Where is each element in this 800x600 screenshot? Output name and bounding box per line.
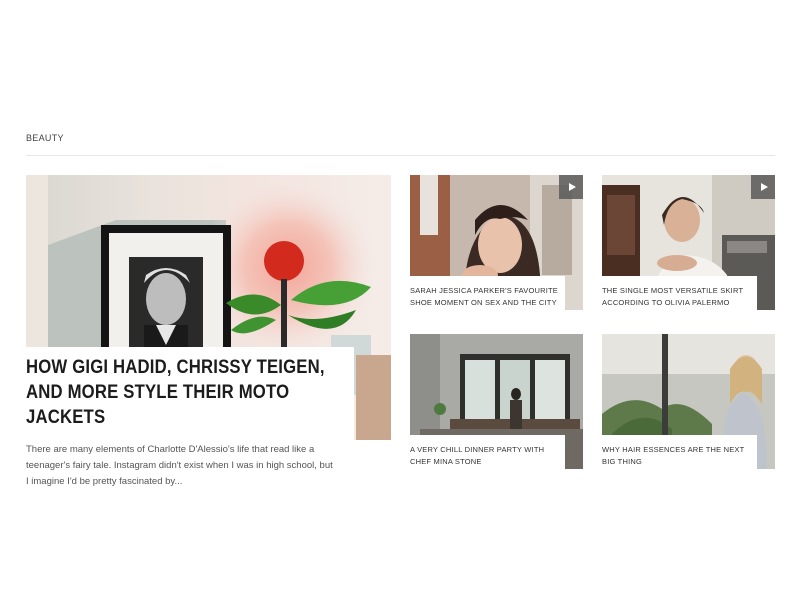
article-card[interactable]: A VERY CHILL DINNER PARTY WITH CHEF MINA… <box>410 334 583 474</box>
video-badge <box>751 175 775 199</box>
featured-article[interactable]: HOW GIGI HADID, CHRISSY TEIGEN, AND MORE… <box>26 175 391 490</box>
article-card-caption: WHY HAIR ESSENCES ARE THE NEXT BIG THING <box>602 435 757 474</box>
featured-article-excerpt: There are many elements of Charlotte D'A… <box>26 444 333 487</box>
article-card[interactable]: THE SINGLE MOST VERSATILE SKIRT ACCORDIN… <box>602 175 775 315</box>
article-card[interactable]: WHY HAIR ESSENCES ARE THE NEXT BIG THING <box>602 334 775 474</box>
video-badge <box>559 175 583 199</box>
section-divider <box>26 155 775 156</box>
article-card-caption: SARAH JESSICA PARKER'S FAVOURITE SHOE MO… <box>410 276 565 315</box>
featured-article-text: HOW GIGI HADID, CHRISSY TEIGEN, AND MORE… <box>26 347 354 490</box>
play-icon <box>760 183 768 191</box>
article-card-title[interactable]: WHY HAIR ESSENCES ARE THE NEXT BIG THING <box>602 444 757 468</box>
featured-article-title[interactable]: HOW GIGI HADID, CHRISSY TEIGEN, AND MORE… <box>26 355 352 430</box>
article-card[interactable]: SARAH JESSICA PARKER'S FAVOURITE SHOE MO… <box>410 175 583 315</box>
play-icon <box>568 183 576 191</box>
article-card-caption: A VERY CHILL DINNER PARTY WITH CHEF MINA… <box>410 435 565 474</box>
article-card-caption: THE SINGLE MOST VERSATILE SKIRT ACCORDIN… <box>602 276 757 315</box>
section-label[interactable]: BEAUTY <box>26 133 64 143</box>
article-card-title[interactable]: SARAH JESSICA PARKER'S FAVOURITE SHOE MO… <box>410 285 565 309</box>
article-card-title[interactable]: THE SINGLE MOST VERSATILE SKIRT ACCORDIN… <box>602 285 757 309</box>
article-card-title[interactable]: A VERY CHILL DINNER PARTY WITH CHEF MINA… <box>410 444 565 468</box>
